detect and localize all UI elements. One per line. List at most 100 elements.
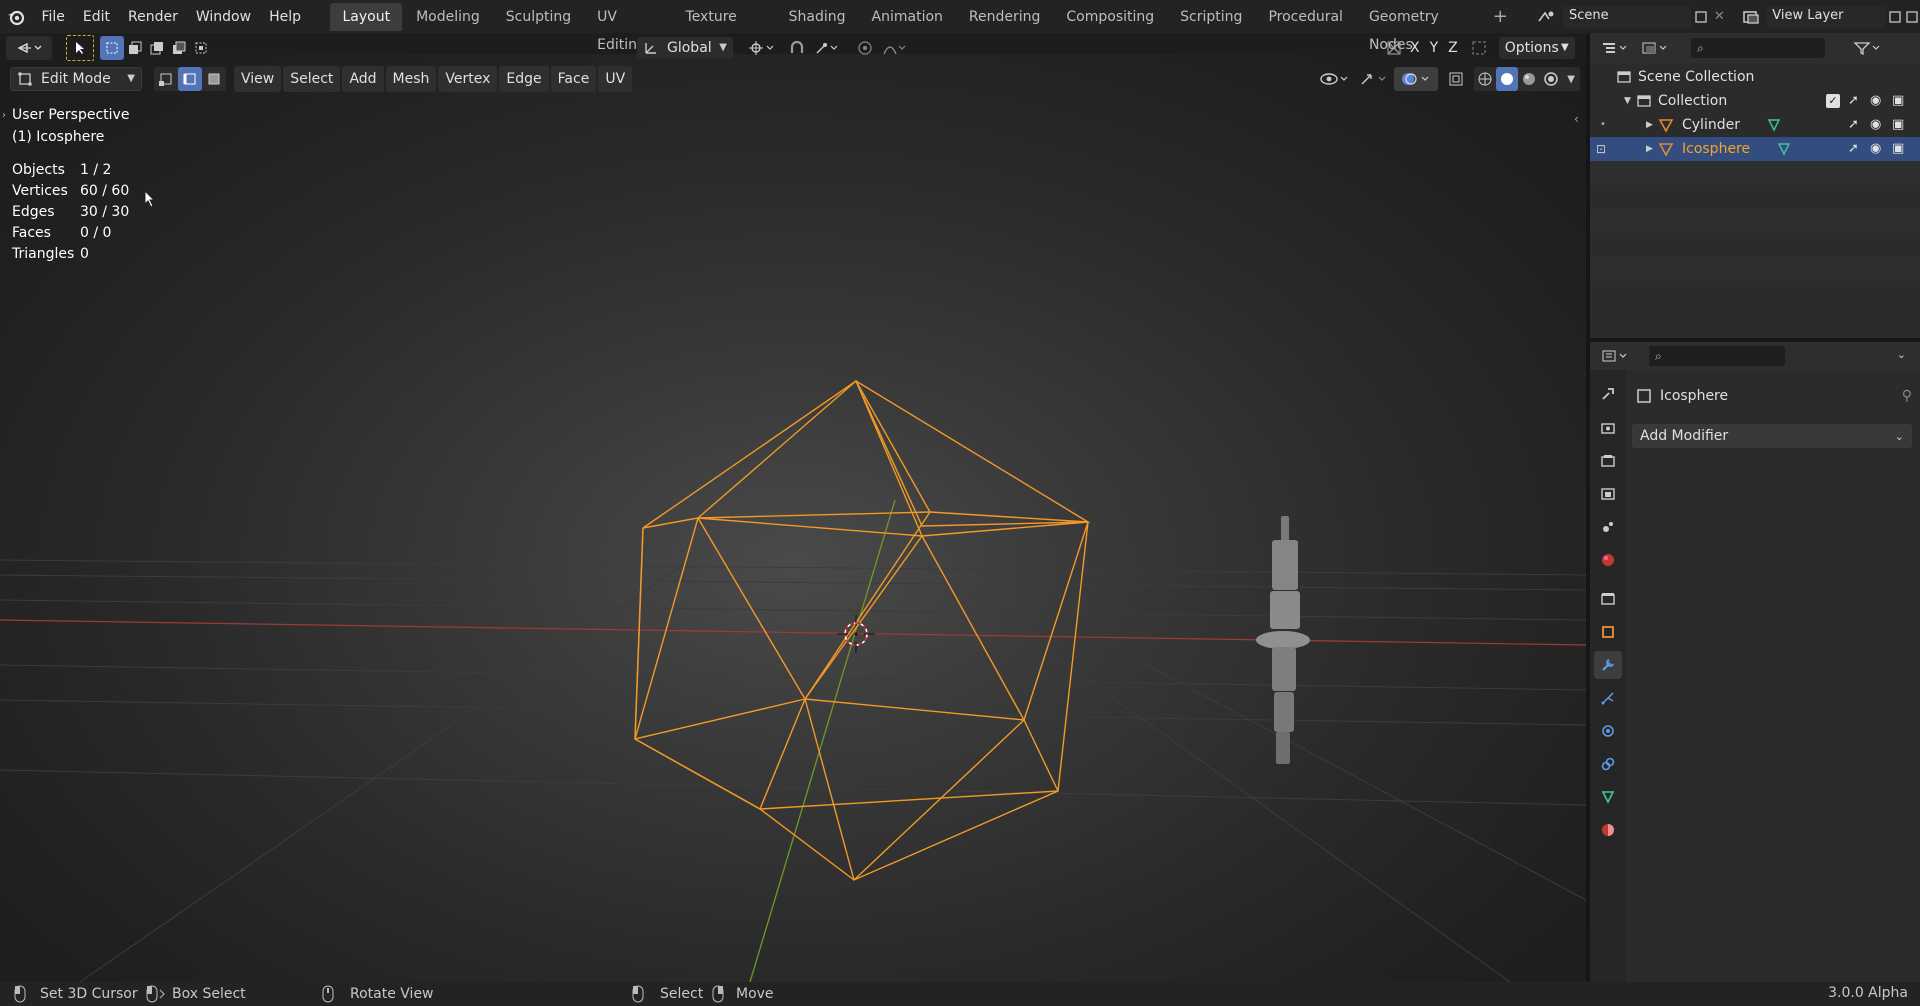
render-camera-icon[interactable]: ▣ [1892,137,1904,161]
constraints-tab-icon[interactable] [1594,750,1622,778]
menu-edge[interactable]: Edge [499,66,549,92]
wireframe-shading-icon[interactable] [1474,67,1496,91]
filter-icon[interactable] [1848,36,1888,60]
tab-texture-paint[interactable]: Texture Paint [674,3,775,53]
transform-orientation-dropdown[interactable]: Global ▼ [637,37,733,59]
view-layer-tab-icon[interactable] [1594,480,1622,508]
menu-face[interactable]: Face [550,66,597,92]
mirror-icon[interactable] [1383,36,1405,60]
tab-scripting[interactable]: Scripting [1168,3,1254,31]
tab-sculpting[interactable]: Sculpting [494,3,583,31]
menu-select[interactable]: Select [283,66,341,92]
outliner-object-icosphere[interactable]: ⊡ ▶ Icosphere ➚ ◉ ▣ [1590,137,1920,161]
object-tab-icon[interactable] [1594,618,1622,646]
outliner-object-cylinder[interactable]: • ▶ Cylinder ➚ ◉ ▣ [1590,113,1920,137]
modifier-tab-icon[interactable] [1594,651,1622,679]
mode-dropdown[interactable]: Edit Mode ▼ [10,67,142,91]
new-view-layer-icon[interactable] [1886,6,1905,28]
snap-target-icon[interactable] [809,36,845,60]
solid-shading-icon[interactable] [1496,67,1519,91]
view-layer-field[interactable]: View Layer [1766,5,1886,28]
select-box-intersect-icon[interactable] [190,36,212,60]
mirror-z-toggle[interactable]: Z [1443,36,1463,60]
menu-mesh[interactable]: Mesh [385,66,437,92]
xray-icon[interactable] [1442,67,1470,91]
expand-arrow-icon[interactable]: ▶ [1646,113,1658,137]
pivot-point-icon[interactable] [743,36,779,60]
add-workspace-button[interactable]: + [1484,5,1517,29]
tab-rendering[interactable]: Rendering [957,3,1053,31]
visibility-eye-icon[interactable]: ◉ [1870,113,1881,137]
scene-tab-icon[interactable] [1594,513,1622,541]
scene-field[interactable]: Scene [1563,5,1692,28]
tab-procedural[interactable]: Procedural [1256,3,1355,31]
blender-logo-icon[interactable] [0,0,32,33]
proportional-edit-icon[interactable] [853,36,877,60]
close-scene-icon[interactable]: ✕ [1710,6,1729,28]
expand-arrow-icon[interactable]: ▼ [1624,89,1636,113]
mesh-data-icon[interactable] [1766,117,1782,133]
select-box-extend-icon[interactable] [124,36,146,60]
display-mode-icon[interactable] [1636,36,1676,60]
menu-help[interactable]: Help [260,5,310,29]
tab-shading[interactable]: Shading [777,3,858,31]
output-tab-icon[interactable] [1594,447,1622,475]
world-tab-icon[interactable] [1594,546,1622,574]
cylinder-object[interactable] [1256,516,1310,764]
properties-search-input[interactable]: ⌕ [1648,345,1786,367]
area-divider[interactable] [1586,33,1590,982]
material-tab-icon[interactable] [1594,816,1622,844]
material-shading-icon[interactable] [1518,67,1540,91]
tool-tab-icon[interactable] [1594,380,1622,408]
face-select-icon[interactable] [202,67,226,91]
outliner-collection[interactable]: ▼ Collection ✓ ➚ ◉ ▣ [1590,89,1920,113]
pin-icon[interactable]: ⚲ [1902,388,1912,404]
mirror-x-toggle[interactable]: X [1405,36,1425,60]
scene-icon[interactable] [1534,5,1563,29]
visibility-eye-icon[interactable]: ◉ [1870,137,1881,161]
new-scene-icon[interactable] [1691,6,1710,28]
chevron-down-icon[interactable]: ▼ [1562,74,1580,85]
properties-editor-icon[interactable] [1596,344,1636,368]
select-box-subtract-icon[interactable] [146,36,168,60]
auto-merge-icon[interactable] [1467,36,1491,60]
menu-vertex[interactable]: Vertex [438,66,498,92]
exclude-checkbox[interactable]: ✓ [1826,94,1840,108]
selectable-arrow-icon[interactable]: ➚ [1848,89,1859,113]
snap-toggle-icon[interactable] [785,36,809,60]
visibility-eye-icon[interactable]: ◉ [1870,89,1881,113]
menu-edit[interactable]: Edit [74,5,119,29]
render-camera-icon[interactable]: ▣ [1892,113,1904,137]
view-layer-icon[interactable] [1737,5,1766,29]
render-tab-icon[interactable] [1594,414,1622,442]
outliner-search-input[interactable]: ⌕ [1690,37,1826,59]
menu-add[interactable]: Add [342,66,384,92]
area-divider[interactable] [1590,338,1920,342]
select-box-invert-icon[interactable] [168,36,190,60]
vertex-select-icon[interactable] [154,67,178,91]
add-modifier-dropdown[interactable]: Add Modifier ⌄ [1632,424,1912,448]
select-tool-icon[interactable] [66,35,94,61]
gizmo-icon[interactable] [1354,67,1394,91]
menu-view[interactable]: View [234,66,282,92]
mesh-data-icon[interactable] [1776,141,1792,157]
menu-file[interactable]: File [32,5,73,29]
tab-modeling[interactable]: Modeling [404,3,492,31]
overlays-icon[interactable] [1394,67,1439,91]
sidebar-toggle-right-icon[interactable]: ‹ [1574,112,1579,126]
menu-uv[interactable]: UV [598,66,633,92]
edit-mode-indicator-icon[interactable]: ⊡ [1596,137,1606,161]
3d-viewport[interactable] [0,54,1586,982]
outliner-scene-collection[interactable]: Scene Collection [1590,65,1920,89]
rendered-shading-icon[interactable] [1540,67,1562,91]
menu-window[interactable]: Window [187,5,260,29]
select-box-new-icon[interactable] [100,36,124,60]
falloff-icon[interactable] [877,36,913,60]
physics-tab-icon[interactable] [1594,717,1622,745]
tab-animation[interactable]: Animation [860,3,955,31]
chevron-down-icon[interactable]: ⌄ [1897,348,1906,361]
expand-arrow-icon[interactable]: ▶ [1646,137,1658,161]
sidebar-toggle-left-icon[interactable]: › [2,110,6,121]
tab-uv-editing[interactable]: UV Editing [585,3,671,53]
edge-select-icon[interactable] [178,67,202,91]
